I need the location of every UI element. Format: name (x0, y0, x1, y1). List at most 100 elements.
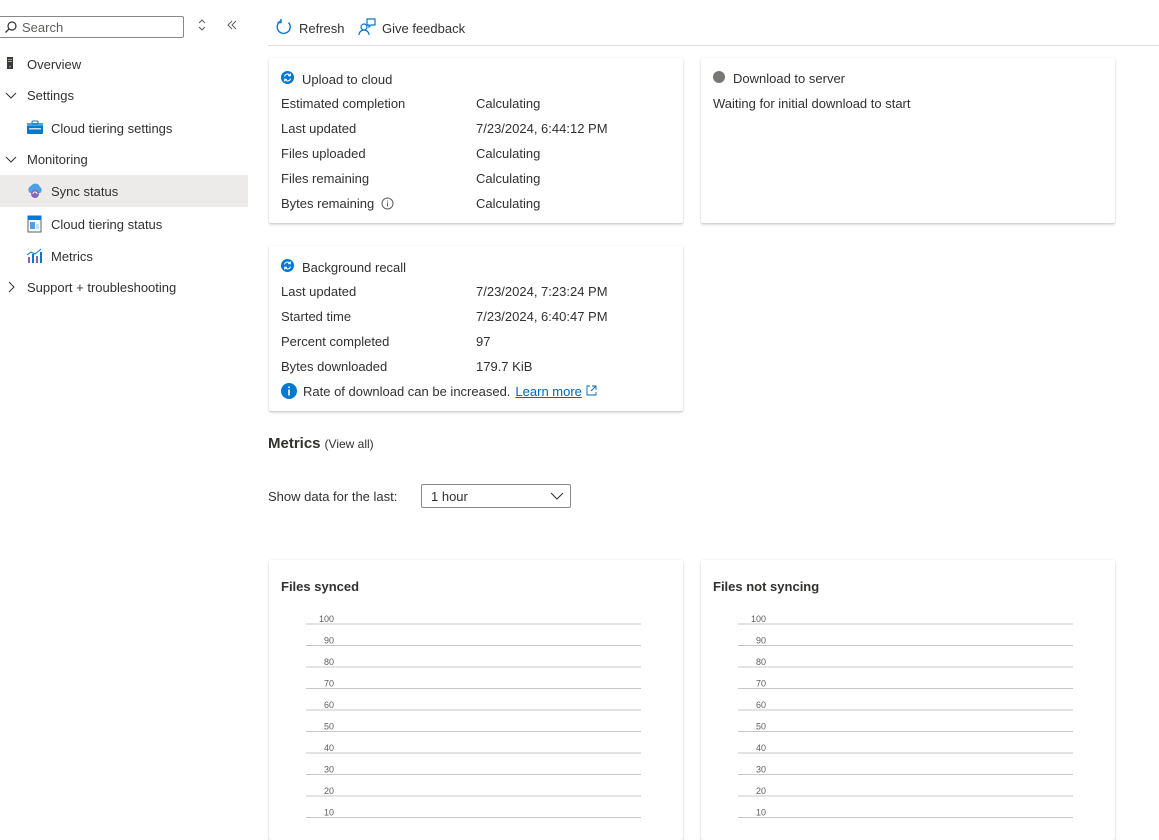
sidebar-item-label: Monitoring (27, 151, 88, 167)
view-all-link[interactable]: (View all) (325, 437, 374, 451)
rate-info-message: Rate of download can be increased. Learn… (281, 383, 597, 399)
info-filled-icon (281, 383, 297, 399)
sidebar-item-label: Sync status (51, 183, 119, 199)
y-tick-label: 30 (756, 765, 766, 775)
metrics-icon (26, 248, 44, 266)
y-tick-label: 100 (751, 614, 766, 624)
search-icon (4, 20, 18, 37)
files-synced-chart: 100 90 80 70 60 50 40 30 20 10 (306, 614, 641, 818)
time-range-dropdown[interactable]: 1 hour (421, 484, 571, 508)
chevron-down-icon (4, 88, 18, 102)
y-tick-label: 50 (324, 722, 334, 732)
download-status-text: Waiting for initial download to start (713, 96, 911, 111)
background-recall-card: Background recall Last updated 7/23/2024… (269, 246, 683, 411)
row-value: 7/23/2024, 6:40:47 PM (476, 309, 608, 324)
toolbar-divider (268, 45, 1159, 46)
row-value: Calculating (476, 146, 541, 161)
row-value: Calculating (476, 96, 541, 111)
started-time-row: Started time 7/23/2024, 6:40:47 PM (281, 309, 671, 327)
y-tick-label: 30 (324, 765, 334, 775)
row-label: Started time (281, 309, 352, 324)
download-card-title: Download to server (713, 71, 845, 86)
bytes-remaining-row: Bytes remaining Calculating (281, 196, 671, 214)
bytes-downloaded-row: Bytes downloaded 179.7 KiB (281, 359, 671, 377)
row-label: Estimated completion (281, 96, 406, 111)
upload-to-cloud-card: Upload to cloud Estimated completion Cal… (269, 58, 683, 223)
y-tick-label: 80 (756, 657, 766, 667)
sidebar-item-label: Cloud tiering status (51, 216, 163, 232)
learn-more-link[interactable]: Learn more (515, 384, 581, 399)
row-value: Calculating (476, 171, 541, 186)
rate-info-text: Rate of download can be increased. (303, 383, 511, 399)
y-tick-label: 50 (756, 722, 766, 732)
cloud-tiering-status-icon (26, 215, 44, 233)
external-link-icon[interactable] (586, 384, 597, 399)
y-tick-label: 60 (324, 700, 334, 710)
row-label: Files remaining (281, 171, 370, 186)
row-value: Calculating (476, 196, 541, 211)
recall-last-updated-row: Last updated 7/23/2024, 7:23:24 PM (281, 284, 671, 302)
sidebar-item-cloud-tiering-settings[interactable]: Cloud tiering settings (0, 112, 248, 144)
cloud-tiering-settings-icon (26, 119, 44, 137)
status-dot-icon (713, 71, 725, 86)
sidebar-item-cloud-tiering-status[interactable]: Cloud tiering status (0, 208, 248, 240)
files-uploaded-row: Files uploaded Calculating (281, 146, 671, 164)
last-updated-row: Last updated 7/23/2024, 6:44:12 PM (281, 121, 671, 139)
metrics-section-title: Metrics (View all) (268, 435, 374, 452)
row-label: Files uploaded (281, 146, 366, 161)
search-box[interactable] (0, 16, 184, 38)
give-feedback-label: Give feedback (382, 20, 466, 36)
sidebar-item-label: Metrics (51, 248, 93, 264)
chevron-right-icon (4, 280, 18, 294)
give-feedback-button[interactable]: Give feedback (358, 16, 465, 40)
row-value: 179.7 KiB (476, 359, 533, 374)
refresh-icon (275, 18, 293, 39)
sidebar-item-label: Settings (27, 87, 74, 103)
files-not-syncing-chart-card: Files not syncing 100 90 80 70 60 50 40 30 20 10 (701, 560, 1115, 840)
sidebar-item-metrics[interactable]: Metrics (0, 240, 248, 272)
sidebar-item-monitoring[interactable]: Monitoring (0, 143, 248, 175)
sidebar-item-settings[interactable]: Settings (0, 79, 248, 111)
sync-in-progress-icon (281, 259, 294, 275)
row-value: 97 (476, 334, 491, 349)
y-tick-label: 40 (324, 743, 334, 753)
percent-completed-row: Percent completed 97 (281, 334, 671, 352)
recall-card-title: Background recall (281, 259, 406, 275)
y-tick-label: 90 (324, 636, 334, 646)
files-remaining-row: Files remaining Calculating (281, 171, 671, 189)
expand-collapse-icon[interactable] (194, 18, 210, 36)
y-tick-label: 60 (756, 700, 766, 710)
server-icon (4, 56, 22, 74)
row-label: Bytes downloaded (281, 359, 388, 374)
sidebar-item-support-troubleshooting[interactable]: Support + troubleshooting (0, 271, 248, 303)
estimated-completion-row: Estimated completion Calculating (281, 96, 671, 114)
y-tick-label: 10 (324, 808, 334, 818)
y-tick-label: 40 (756, 743, 766, 753)
show-data-label: Show data for the last: (268, 489, 398, 504)
sidebar-item-sync-status[interactable]: Sync status (0, 175, 248, 207)
y-tick-label: 80 (324, 657, 334, 667)
sidebar-item-label: Cloud tiering settings (51, 120, 173, 136)
row-value: 7/23/2024, 6:44:12 PM (476, 121, 608, 136)
y-tick-label: 100 (319, 614, 334, 624)
sidebar-item-overview[interactable]: Overview (0, 48, 248, 80)
chevron-down-icon (4, 152, 18, 166)
collapse-sidebar-icon[interactable] (224, 18, 240, 36)
sidebar-item-label: Overview (27, 56, 82, 72)
bytes-remaining-label: Bytes remaining (281, 196, 375, 211)
row-label: Last updated (281, 284, 357, 299)
y-tick-label: 20 (756, 786, 766, 796)
row-label: Last updated (281, 121, 357, 136)
sync-in-progress-icon (281, 71, 294, 87)
chevron-down-icon (550, 490, 564, 505)
info-icon[interactable] (381, 197, 394, 213)
files-synced-chart-card: Files synced 100 90 80 70 60 50 40 30 20 10 (269, 560, 683, 840)
row-label: Percent completed (281, 334, 390, 349)
files-not-syncing-chart: 100 90 80 70 60 50 40 30 20 10 (738, 614, 1073, 818)
search-input[interactable] (22, 17, 178, 37)
feedback-icon (358, 17, 376, 39)
refresh-button[interactable]: Refresh (275, 16, 345, 40)
refresh-label: Refresh (299, 20, 345, 36)
y-tick-label: 20 (324, 786, 334, 796)
row-label: Bytes remaining (281, 196, 394, 213)
